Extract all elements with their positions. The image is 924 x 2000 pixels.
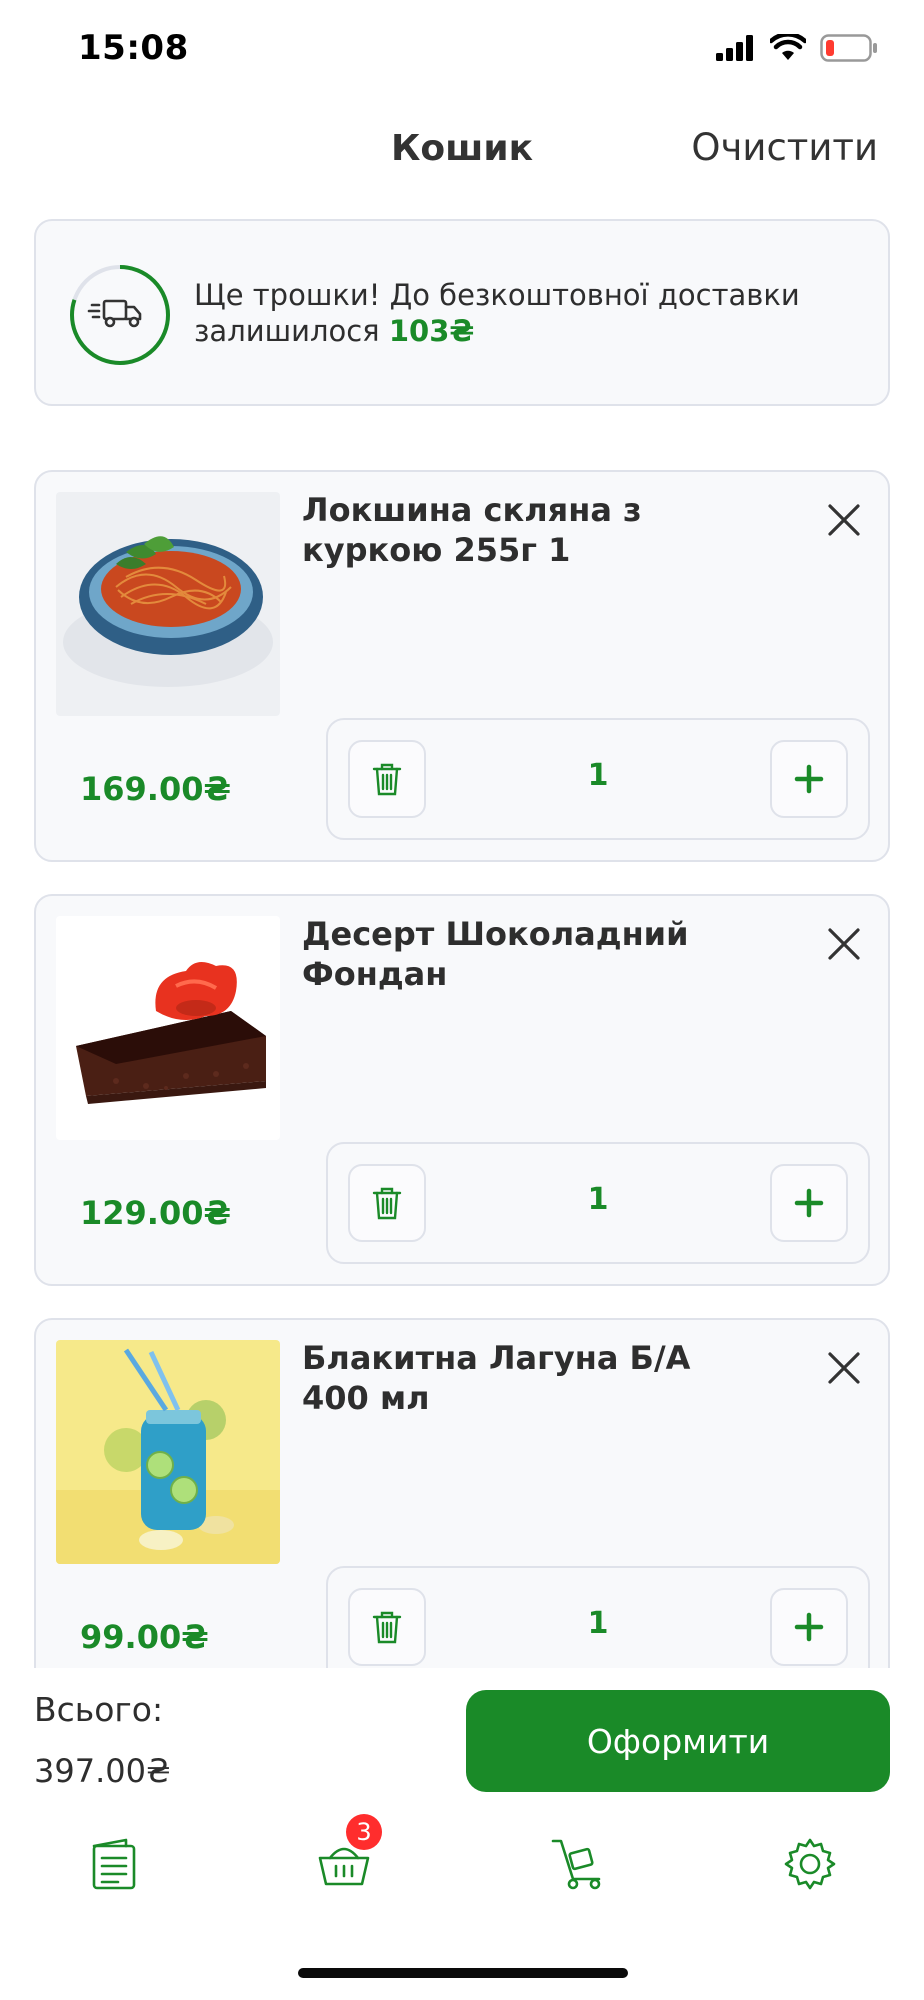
wifi-icon [770, 34, 806, 60]
item-price: 169.00₴ [80, 770, 231, 808]
checkout-button[interactable]: Оформити [466, 1690, 890, 1792]
delivery-cart-icon [551, 1839, 601, 1890]
delivery-message-text: Ще трошки! До безкоштовної доставки зали… [194, 278, 800, 348]
plus-icon [794, 1188, 824, 1218]
delivery-truck-icon [87, 299, 142, 328]
tab-delivery[interactable] [528, 1814, 628, 1914]
quantity-stepper: 1 [326, 1566, 870, 1668]
delete-item-button[interactable] [348, 1164, 426, 1242]
menu-list-icon [92, 1838, 136, 1890]
settings-gear-icon [784, 1838, 836, 1890]
trash-icon [372, 1611, 402, 1644]
tab-cart[interactable]: 3 [294, 1814, 394, 1914]
cart-item: Десерт Шоколадний Фондан 129.00₴ 1 [34, 894, 890, 1286]
total-value: 397.00₴ [34, 1752, 171, 1790]
delivery-remaining-amount: 103₴ [388, 314, 475, 348]
cart-count-badge: 3 [346, 1814, 382, 1850]
increase-quantity-button[interactable] [770, 1588, 848, 1666]
home-indicator [298, 1968, 628, 1978]
remove-item-close-icon[interactable] [822, 498, 866, 542]
quantity-value: 1 [587, 758, 609, 793]
delete-item-button[interactable] [348, 740, 426, 818]
quantity-value: 1 [587, 1182, 609, 1217]
plus-icon [794, 1612, 824, 1642]
cart-items-list[interactable]: Локшина скляна з куркою 255г 1 169.00₴ 1 [0, 470, 924, 1668]
battery-icon [820, 34, 877, 62]
remove-item-close-icon[interactable] [822, 1346, 866, 1390]
remove-item-close-icon[interactable] [822, 922, 866, 966]
bottom-tab-bar: 3 [0, 1814, 924, 1914]
cart-item: Блакитна Лагуна Б/А 400 мл 99.00₴ 1 [34, 1318, 890, 1668]
cart-item: Локшина скляна з куркою 255г 1 169.00₴ 1 [34, 470, 890, 862]
header: Кошик Очистити [0, 110, 924, 190]
item-image-blue-lagoon-drink [56, 1340, 280, 1564]
item-name: Блакитна Лагуна Б/А 400 мл [302, 1339, 691, 1417]
increase-quantity-button[interactable] [770, 1164, 848, 1242]
item-image-chocolate-fondant [56, 916, 280, 1140]
signal-icon [716, 35, 753, 61]
quantity-value: 1 [587, 1606, 609, 1641]
clear-cart-button[interactable]: Очистити [691, 126, 878, 169]
quantity-stepper: 1 [326, 1142, 870, 1264]
status-icons [716, 34, 878, 62]
tab-menu[interactable] [64, 1814, 164, 1914]
tab-settings[interactable] [760, 1814, 860, 1914]
delivery-progress-ring [70, 265, 170, 365]
plus-icon [794, 764, 824, 794]
item-name: Десерт Шоколадний Фондан [302, 915, 689, 993]
free-delivery-banner: Ще трошки! До безкоштовної доставки зали… [34, 219, 890, 406]
increase-quantity-button[interactable] [770, 740, 848, 818]
trash-icon [372, 1187, 402, 1220]
cart-footer: Всього: 397.00₴ Оформити 3 [0, 1668, 924, 2000]
delete-item-button[interactable] [348, 1588, 426, 1666]
trash-icon [372, 763, 402, 796]
item-name: Локшина скляна з куркою 255г 1 [302, 491, 642, 569]
status-time: 15:08 [78, 28, 189, 68]
status-bar: 15:08 [0, 0, 924, 100]
item-image-noodles [56, 492, 280, 716]
delivery-message: Ще трошки! До безкоштовної доставки зали… [194, 277, 854, 349]
item-price: 99.00₴ [80, 1618, 209, 1656]
total-label: Всього: [34, 1690, 164, 1729]
item-price: 129.00₴ [80, 1194, 231, 1232]
quantity-stepper: 1 [326, 718, 870, 840]
